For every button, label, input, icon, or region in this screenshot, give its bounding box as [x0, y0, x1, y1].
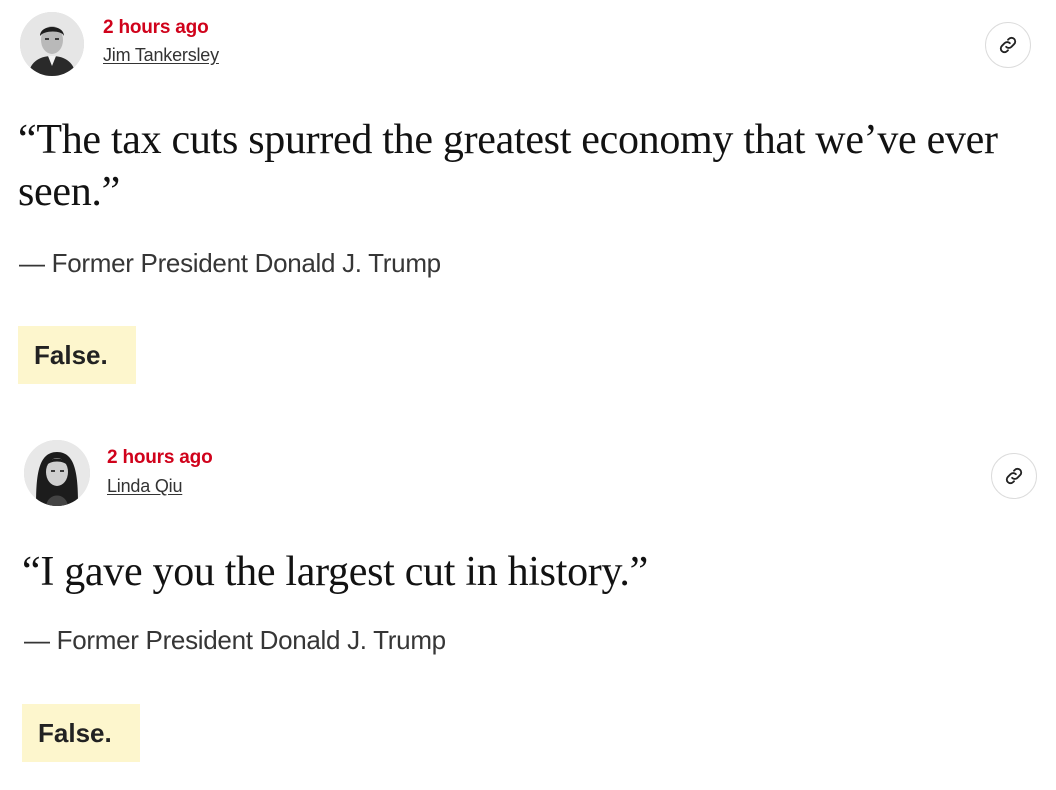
claim-quote: “I gave you the largest cut in history.”	[22, 549, 648, 595]
quote-attribution: — Former President Donald J. Trump	[19, 248, 441, 278]
author-link[interactable]: Linda Qiu	[107, 476, 182, 497]
timestamp: 2 hours ago	[103, 17, 209, 38]
author-avatar[interactable]	[24, 440, 90, 506]
quote-attribution: — Former President Donald J. Trump	[24, 625, 446, 655]
verdict-badge: False.	[18, 326, 136, 384]
author-link[interactable]: Jim Tankersley	[103, 45, 219, 66]
link-icon	[999, 36, 1017, 54]
author-photo	[24, 440, 90, 506]
claim-quote: “The tax cuts spurred the greatest econo…	[18, 117, 998, 215]
author-photo	[20, 12, 84, 76]
author-avatar[interactable]	[20, 12, 84, 76]
copy-link-button[interactable]	[985, 22, 1031, 68]
copy-link-button[interactable]	[991, 453, 1037, 499]
link-icon	[1005, 467, 1023, 485]
verdict-badge: False.	[22, 704, 140, 762]
timestamp: 2 hours ago	[107, 447, 213, 468]
